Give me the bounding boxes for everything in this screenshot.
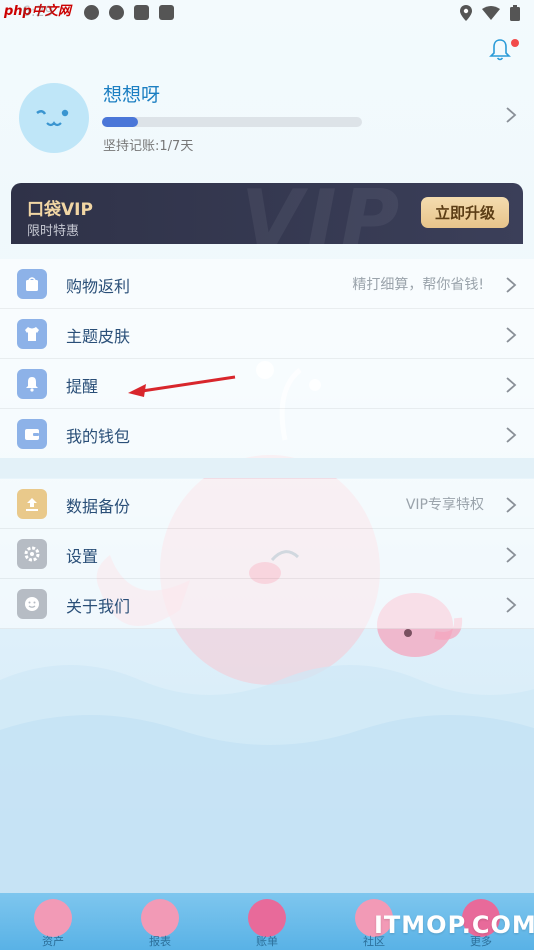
profile-chevron-icon[interactable]: [505, 106, 517, 124]
coral-icon: [141, 899, 179, 937]
status-time: 6:29: [22, 4, 54, 20]
section-divider: [0, 458, 534, 478]
streak-value: 1/7天: [159, 139, 194, 154]
menu-hint: 精打细算，帮你省钱!: [352, 277, 484, 293]
status-bar: php中文网 6:29: [0, 0, 534, 28]
a-app-icon: [134, 5, 149, 20]
tshirt-icon: [17, 319, 47, 349]
status-icons-left: [70, 5, 174, 20]
menu-item-theme-skin[interactable]: 主题皮肤: [0, 309, 534, 359]
avatar[interactable]: [19, 83, 89, 153]
menu-item-wallet[interactable]: 我的钱包: [0, 409, 534, 459]
wifi-icon: [482, 6, 500, 20]
notification-app-icon: [84, 5, 99, 20]
menu-label: 购物返利: [66, 277, 131, 296]
menu-item-reminder[interactable]: 提醒: [0, 359, 534, 409]
menu-hint: VIP专享特权: [405, 497, 484, 513]
vip-title: 口袋VIP: [27, 200, 93, 220]
vip-subtitle: 限时特惠: [27, 224, 80, 239]
menu-label: 我的钱包: [66, 427, 131, 446]
shopping-bag-icon: [17, 269, 47, 299]
streak-progress-bar: [102, 117, 362, 127]
nav-label: 账单: [256, 935, 278, 948]
smiling-face-icon: [36, 109, 69, 127]
menu-label: 提醒: [66, 377, 99, 396]
whale-icon: [248, 899, 286, 937]
menu-item-shopping-rebate[interactable]: 购物返利 精打细算，帮你省钱!: [0, 259, 534, 309]
chevron-right-icon: [506, 497, 517, 513]
chevron-right-icon: [506, 547, 517, 563]
menu-label: 关于我们: [66, 597, 131, 616]
nav-bills[interactable]: 账单: [237, 893, 297, 950]
vip-background-text: VIP: [241, 183, 404, 244]
square-app-icon: [159, 5, 174, 20]
nav-reports[interactable]: 报表: [130, 893, 190, 950]
chevron-right-icon: [506, 277, 517, 293]
streak-progress-fill: [102, 117, 139, 127]
menu-item-settings[interactable]: 设置: [0, 529, 534, 579]
battery-icon: [510, 5, 520, 21]
username: 想想呀: [103, 84, 161, 106]
menu-item-data-backup[interactable]: 数据备份 VIP专享特权: [0, 479, 534, 529]
nav-label: 资产: [42, 935, 64, 948]
annotation-arrow-icon: [128, 375, 236, 397]
upload-icon: [17, 489, 47, 519]
sea-wave-decoration: [0, 665, 534, 900]
vip-banner[interactable]: VIP 口袋VIP 限时特惠 立即升级: [11, 183, 523, 244]
menu-label: 数据备份: [66, 497, 131, 516]
shell-icon: [34, 899, 72, 937]
menu-label: 设置: [66, 547, 99, 566]
aperture-icon: [109, 5, 124, 20]
status-icons-right: [460, 5, 520, 21]
nav-assets[interactable]: 资产: [23, 893, 83, 950]
notification-badge: [511, 39, 519, 47]
location-icon: [460, 5, 472, 21]
bell-icon[interactable]: [488, 38, 512, 62]
streak-text: 坚持记账:1/7天: [103, 135, 193, 154]
upgrade-button[interactable]: 立即升级: [421, 197, 509, 228]
chevron-right-icon: [506, 597, 517, 613]
nav-label: 报表: [149, 935, 171, 948]
chevron-right-icon: [506, 427, 517, 443]
bell-icon: [17, 369, 47, 399]
smiley-icon: [17, 589, 47, 619]
menu-group-main: 购物返利 精打细算，帮你省钱! 主题皮肤 提醒 我的钱包: [0, 259, 534, 459]
menu-label: 主题皮肤: [66, 327, 131, 346]
chevron-right-icon: [506, 377, 517, 393]
site-watermark: ITMOP.COM: [374, 911, 534, 939]
gear-icon: [17, 539, 47, 569]
streak-label: 坚持记账:: [103, 139, 160, 154]
wallet-icon: [17, 419, 47, 449]
menu-group-system: 数据备份 VIP专享特权 设置 关于我们: [0, 479, 534, 629]
chevron-right-icon: [506, 327, 517, 343]
menu-item-about-us[interactable]: 关于我们: [0, 579, 534, 629]
